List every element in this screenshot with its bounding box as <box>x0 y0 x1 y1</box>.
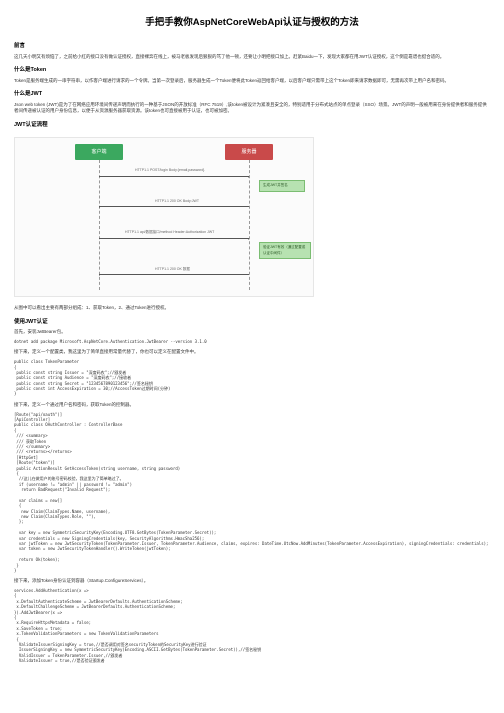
arrow-api-request <box>99 238 249 239</box>
lifeline-server <box>249 160 250 290</box>
flow-summary: 从图中可以看出主要有两部分组成：1、获取Token，2、通过Token进行授权。 <box>14 305 490 312</box>
use-jwt-heading: 使用JWT认证 <box>14 318 490 326</box>
step-services: 接下来，添加Token身份认证到容器（Startup.ConfigureServ… <box>14 578 490 585</box>
code-services: services.AddAuthentication(x => { x.Defa… <box>14 588 490 663</box>
what-token-heading: 什么是Token <box>14 66 490 74</box>
lifeline-client <box>99 160 100 290</box>
what-token-text: Token是服务端生成的一串字符串，以作客户端进行请求的一个令牌。当第一次登录后… <box>14 78 490 85</box>
label-login-request: HTTP1.1 POST/login Body:{email,password} <box>135 168 204 173</box>
jwt-flow-heading: JWT认证流程 <box>14 121 490 129</box>
arrow-login-response <box>99 206 249 207</box>
preface-text: 这几天小明又有烦恼了，之前给小红的接口没有做认证授权，直接裸奔在线上，被马老板发… <box>14 54 490 61</box>
code-install: dotnet add package Microsoft.AspNetCore.… <box>14 339 490 344</box>
preface-heading: 前言 <box>14 42 490 50</box>
code-controller: [Route("api/oauth")] [ApiController] pub… <box>14 412 490 574</box>
note-generate-jwt: 生成JWT并签名 <box>259 180 305 191</box>
step-install: 首先，安装JwtBearer包。 <box>14 329 490 336</box>
page-title: 手把手教你AspNetCoreWebApi认证与授权的方法 <box>14 16 490 30</box>
note-validate-jwt: 验证JWT有效（通过配置或认证中间件） <box>259 242 311 259</box>
arrow-api-response <box>99 274 249 275</box>
arrow-login-request <box>99 176 249 177</box>
what-jwt-text: Json web token (JWT)是为了在网络应用环境间传递声明而执行的一… <box>14 102 490 116</box>
label-api-response: HTTP1.1 200 OK 数据 <box>155 267 190 272</box>
code-tokenparam: public class TokenParameter { public con… <box>14 359 490 397</box>
diagram-actor-client: 客户端 <box>75 144 123 160</box>
step-tokenparam: 接下来，定义一个配置类，我这里为了简单直接用常量代替了，你也可以定义在配置文件中… <box>14 349 490 356</box>
jwt-sequence-diagram: 客户端 服务器 HTTP1.1 POST/login Body:{email,p… <box>14 137 314 297</box>
what-jwt-heading: 什么是JWT <box>14 90 490 98</box>
label-login-response: HTTP1.1 200 OK Body:JWT <box>155 199 199 204</box>
step-controller: 接下来，定义一个通过用户名和密码，获取Token的控制器。 <box>14 402 490 409</box>
label-api-request: HTTP1.1 api/数据接口/method Header:Authoriza… <box>125 230 214 235</box>
diagram-actor-server: 服务器 <box>225 144 273 160</box>
